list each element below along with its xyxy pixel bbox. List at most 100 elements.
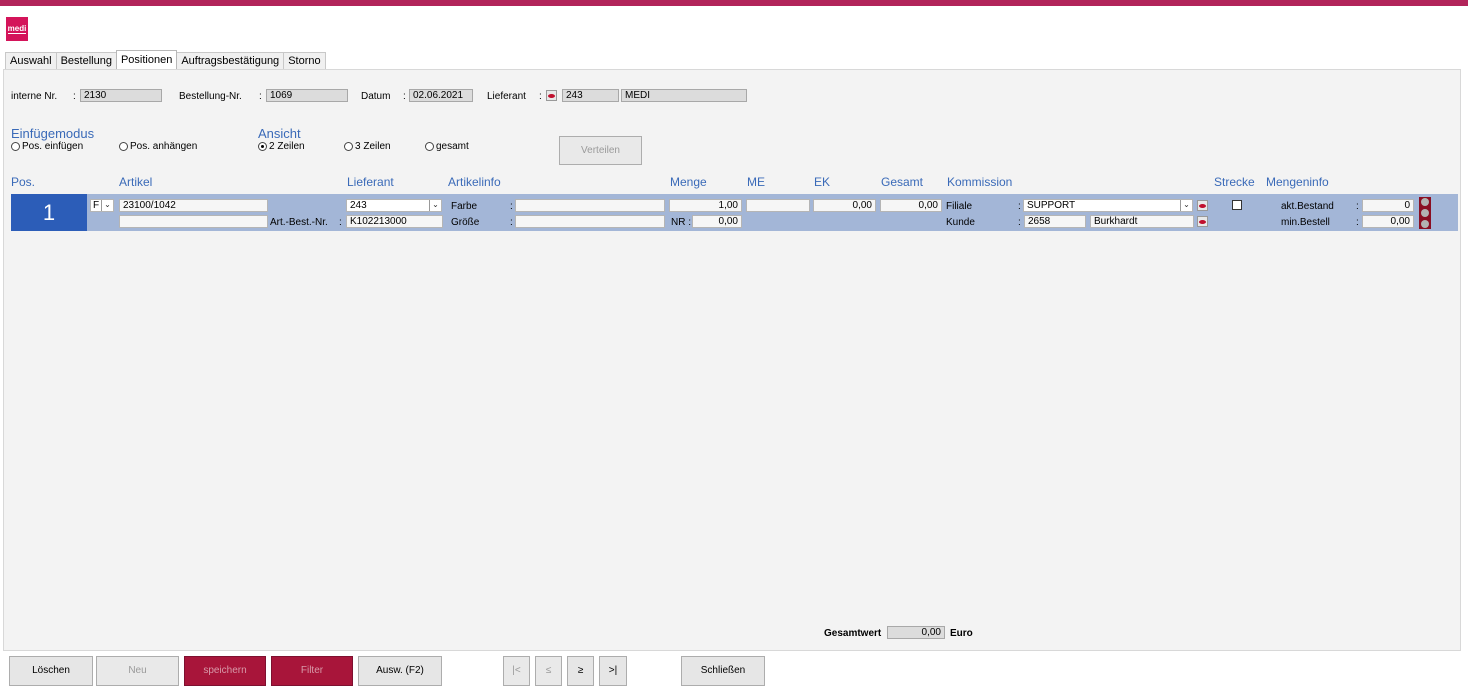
colon: : bbox=[510, 217, 513, 228]
kunde-lookup-icon[interactable] bbox=[1197, 216, 1208, 227]
col-lieferant: Lieferant bbox=[347, 175, 394, 189]
radio-circle[interactable] bbox=[11, 142, 20, 151]
filiale-lookup-icon[interactable] bbox=[1197, 200, 1208, 211]
kunde-nr-field[interactable]: 2658 bbox=[1024, 215, 1086, 228]
filiale-select[interactable]: SUPPORT bbox=[1023, 199, 1193, 212]
artikel-field[interactable]: 23100/1042 bbox=[119, 199, 268, 212]
art-best-nr-label: Art.-Best.-Nr. bbox=[270, 217, 328, 228]
colon: : bbox=[73, 91, 76, 102]
loeschen-button[interactable]: Löschen bbox=[9, 656, 93, 686]
radio-circle[interactable] bbox=[119, 142, 128, 151]
datum-field[interactable]: 02.06.2021 bbox=[409, 89, 473, 102]
interne-nr-field[interactable]: 2130 bbox=[80, 89, 162, 102]
colon: : bbox=[259, 91, 262, 102]
lieferant-label: Lieferant bbox=[487, 91, 526, 102]
filiale-label: Filiale bbox=[946, 201, 973, 212]
radio-gesamt[interactable]: gesamt bbox=[425, 141, 469, 152]
auswahl-button[interactable]: Ausw. (F2) bbox=[358, 656, 442, 686]
bestellung-nr-label: Bestellung-Nr. bbox=[179, 91, 242, 102]
colon: : bbox=[1018, 217, 1021, 228]
min-bestell-label: min.Bestell bbox=[1281, 217, 1330, 228]
colon: : bbox=[339, 217, 342, 228]
nr-label: NR : bbox=[671, 217, 691, 228]
next-record-button[interactable]: ≥ bbox=[567, 656, 594, 686]
groesse-label: Größe bbox=[451, 217, 480, 228]
nr-field[interactable]: 0,00 bbox=[692, 215, 742, 228]
logo-text: medi bbox=[7, 24, 27, 34]
position-type-value: F bbox=[93, 200, 100, 211]
radio-label: gesamt bbox=[436, 141, 469, 152]
groesse-field[interactable] bbox=[515, 215, 665, 228]
col-strecke: Strecke bbox=[1214, 175, 1255, 189]
artikel2-field[interactable] bbox=[119, 215, 268, 228]
neu-button[interactable]: Neu bbox=[96, 656, 179, 686]
col-artikel: Artikel bbox=[119, 175, 153, 189]
schliessen-button[interactable]: Schließen bbox=[681, 656, 765, 686]
gesamtwert-field: 0,00 bbox=[887, 626, 945, 639]
radio-circle[interactable] bbox=[425, 142, 434, 151]
title-bar bbox=[0, 0, 1468, 10]
radio-label: Pos. anhängen bbox=[130, 141, 198, 152]
chevron-down-icon[interactable]: ⌄ bbox=[429, 200, 441, 211]
radio-pos-anhaengen[interactable]: Pos. anhängen bbox=[119, 141, 197, 152]
farbe-field[interactable] bbox=[515, 199, 665, 212]
verteilen-button[interactable]: Verteilen bbox=[559, 136, 642, 165]
me-field[interactable] bbox=[746, 199, 810, 212]
currency-label: Euro bbox=[950, 628, 973, 639]
chevron-down-icon[interactable]: ⌄ bbox=[101, 200, 113, 211]
colon: : bbox=[1356, 201, 1359, 212]
gesamtwert-label: Gesamtwert bbox=[824, 628, 882, 639]
filter-button[interactable]: Filter bbox=[271, 656, 353, 686]
traffic-light-icon bbox=[1419, 197, 1431, 229]
lieferant-select[interactable]: 243 bbox=[346, 199, 442, 212]
tab-bar: Auswahl Bestellung Positionen Auftragsbe… bbox=[5, 50, 326, 70]
datum-label: Datum bbox=[361, 91, 391, 102]
lieferant-name-field: MEDI bbox=[621, 89, 747, 102]
col-menge: Menge bbox=[670, 175, 707, 189]
radio-2-zeilen[interactable]: 2 Zeilen bbox=[258, 141, 305, 152]
col-mengeninfo: Mengeninfo bbox=[1266, 175, 1329, 189]
first-record-button[interactable]: |< bbox=[503, 656, 530, 686]
art-best-nr-field[interactable]: K102213000 bbox=[346, 215, 443, 228]
interne-nr-label: interne Nr. bbox=[11, 91, 58, 102]
farbe-label: Farbe bbox=[451, 201, 478, 212]
chevron-down-icon[interactable]: ⌄ bbox=[1180, 200, 1192, 211]
lieferant-lookup-icon[interactable] bbox=[546, 90, 557, 101]
ansicht-title: Ansicht bbox=[258, 126, 301, 141]
col-ek: EK bbox=[814, 175, 831, 189]
min-bestell-field: 0,00 bbox=[1362, 215, 1414, 228]
radio-circle-selected[interactable] bbox=[258, 142, 267, 151]
last-record-button[interactable]: >| bbox=[599, 656, 627, 686]
col-artikelinfo: Artikelinfo bbox=[448, 175, 501, 189]
prev-record-button[interactable]: ≤ bbox=[535, 656, 562, 686]
colon: : bbox=[510, 201, 513, 212]
tab-auftragsbestaetigung[interactable]: Auftragsbestätigung bbox=[176, 52, 285, 70]
ek-field[interactable]: 0,00 bbox=[813, 199, 876, 212]
radio-label: Pos. einfügen bbox=[22, 141, 84, 152]
col-me: ME bbox=[747, 175, 765, 189]
speichern-button[interactable]: speichern bbox=[184, 656, 266, 686]
bestellung-nr-field[interactable]: 1069 bbox=[266, 89, 348, 102]
tab-bestellung[interactable]: Bestellung bbox=[55, 52, 117, 70]
radio-circle[interactable] bbox=[344, 142, 353, 151]
strecke-checkbox[interactable] bbox=[1232, 200, 1242, 210]
radio-3-zeilen[interactable]: 3 Zeilen bbox=[344, 141, 391, 152]
radio-pos-einfuegen[interactable]: Pos. einfügen bbox=[11, 141, 83, 152]
akt-bestand-label: akt.Bestand bbox=[1281, 201, 1334, 212]
tab-positionen[interactable]: Positionen bbox=[115, 50, 178, 70]
col-gesamt: Gesamt bbox=[881, 175, 924, 189]
radio-label: 2 Zeilen bbox=[269, 141, 305, 152]
lieferant-nr-field[interactable]: 243 bbox=[562, 89, 619, 102]
kunde-label: Kunde bbox=[946, 217, 975, 228]
akt-bestand-field: 0 bbox=[1362, 199, 1414, 212]
position-number: 1 bbox=[11, 194, 87, 231]
menge-field[interactable]: 1,00 bbox=[669, 199, 742, 212]
gesamt-field: 0,00 bbox=[880, 199, 942, 212]
main-panel bbox=[3, 69, 1461, 651]
tab-storno[interactable]: Storno bbox=[283, 52, 326, 70]
medi-logo: medi bbox=[6, 17, 28, 41]
einfuegemodus-title: Einfügemodus bbox=[11, 126, 95, 141]
tab-auswahl[interactable]: Auswahl bbox=[5, 52, 57, 70]
col-kommission: Kommission bbox=[947, 175, 1013, 189]
colon: : bbox=[1356, 217, 1359, 228]
